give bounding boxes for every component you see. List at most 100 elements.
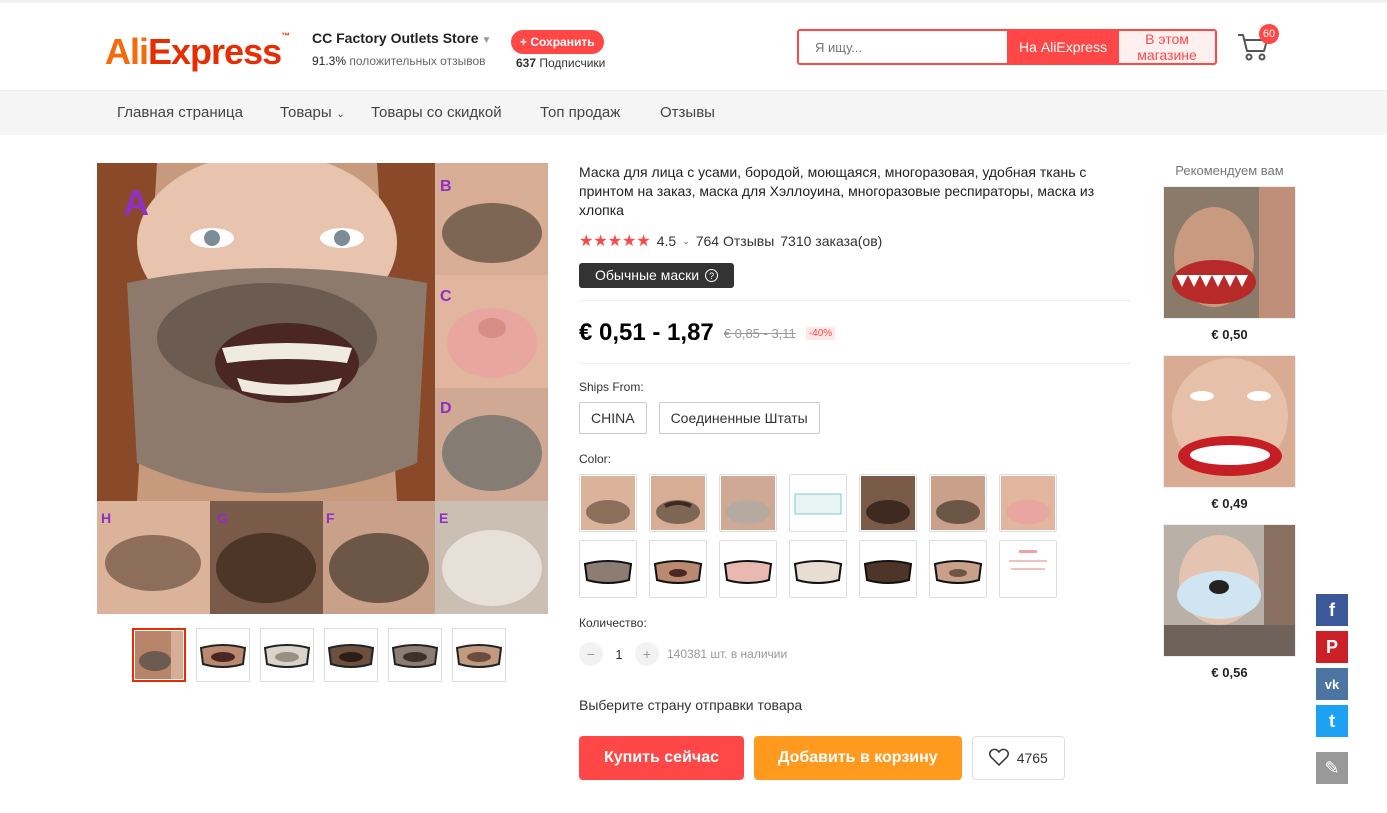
add-to-cart-button[interactable]: Добавить в корзину <box>754 736 962 780</box>
heart-icon <box>988 748 1009 769</box>
edit-icon[interactable]: ✎ <box>1316 752 1348 784</box>
search-input[interactable] <box>799 31 1007 63</box>
ship-option-us[interactable]: Соединенные Штаты <box>658 402 820 434</box>
wishlist-button[interactable]: 4765 <box>971 736 1065 780</box>
color-swatch[interactable] <box>719 474 777 532</box>
store-info: CC Factory Outlets Store ▼ 91.3% положите… <box>312 30 491 68</box>
recommended-product-image[interactable] <box>1163 524 1296 657</box>
aliexpress-logo[interactable]: AliExpress™ <box>105 31 290 73</box>
orders-count: 7310 заказа(ов) <box>780 233 883 249</box>
price: € 0,51 - 1,87 <box>579 319 714 346</box>
svg-text:G: G <box>217 510 228 526</box>
vk-icon[interactable]: vk <box>1316 668 1348 700</box>
color-swatch[interactable] <box>859 474 917 532</box>
rating-row: ★★★★★ 4.5 ⌄ 764 Отзывы 7310 заказа(ов) <box>579 231 1131 251</box>
twitter-icon[interactable]: t <box>1316 705 1348 737</box>
recommended-price: € 0,49 <box>1211 496 1248 511</box>
product-title: Маска для лица с усами, бородой, моющаяс… <box>579 164 1095 218</box>
color-swatch[interactable] <box>649 540 707 598</box>
color-swatch[interactable] <box>999 474 1057 532</box>
quantity-decrease-button[interactable]: − <box>579 642 603 666</box>
wishlist-count: 4765 <box>1016 750 1048 766</box>
recommended-product[interactable]: € 0,49 <box>1163 355 1296 511</box>
cart-count-badge: 60 <box>1259 24 1279 44</box>
quantity-value[interactable]: 1 <box>603 647 635 662</box>
svg-text:D: D <box>440 400 452 417</box>
divider <box>579 300 1131 301</box>
svg-text:H: H <box>101 510 111 526</box>
label-a: A <box>123 182 149 223</box>
svg-text:F: F <box>326 510 335 526</box>
followers-count: 637 Подписчики <box>516 56 606 70</box>
category-chip[interactable]: Обычные маски? <box>579 263 735 288</box>
chevron-down-icon: ⌄ <box>682 235 690 246</box>
color-swatches-row-1 <box>579 474 1131 532</box>
follow-store-button[interactable]: + Сохранить <box>511 30 604 54</box>
svg-text:B: B <box>440 178 452 195</box>
store-rating: 91.3% положительных отзывов <box>312 54 486 68</box>
color-swatch[interactable] <box>719 540 777 598</box>
color-swatches-row-2 <box>579 540 1131 598</box>
thumbnail[interactable] <box>388 628 442 682</box>
nav-sale[interactable]: Товары со скидкой <box>371 104 502 121</box>
color-swatch[interactable] <box>929 474 987 532</box>
pinterest-icon[interactable]: P <box>1316 631 1348 663</box>
recommendations-title: Рекомендуем вам <box>1175 163 1284 178</box>
rating-value[interactable]: 4.5 <box>657 233 676 249</box>
color-swatch[interactable] <box>929 540 987 598</box>
divider <box>579 363 1131 364</box>
recommendations: Рекомендуем вам € 0,50 € 0,49 € 0,56 <box>1163 163 1296 693</box>
ship-option-china[interactable]: CHINA <box>579 402 647 434</box>
color-swatch[interactable] <box>579 474 637 532</box>
shipping-country-note: Выберите страну отправки товара <box>579 697 803 713</box>
discount-badge: -40% <box>805 326 836 340</box>
facebook-icon[interactable]: f <box>1316 594 1348 626</box>
chevron-down-icon: ▼ <box>481 35 492 46</box>
thumbnail[interactable] <box>324 628 378 682</box>
header: AliExpress™ CC Factory Outlets Store ▼ 91… <box>0 3 1387 91</box>
recommended-product[interactable]: € 0,56 <box>1163 524 1296 680</box>
ships-from-label: Ships From: <box>579 380 644 394</box>
thumbnail[interactable] <box>132 628 186 682</box>
rating-stars-icon: ★★★★★ <box>579 233 651 250</box>
thumbnail[interactable] <box>452 628 506 682</box>
product-main-image[interactable]: A B C D H G F E <box>97 163 548 614</box>
quantity-increase-button[interactable]: + <box>635 642 659 666</box>
action-buttons: Купить сейчас Добавить в корзину 4765 <box>579 736 1131 780</box>
thumbnail[interactable] <box>196 628 250 682</box>
color-swatch[interactable] <box>789 474 847 532</box>
recommended-price: € 0,56 <box>1211 665 1248 680</box>
nav-top-selling[interactable]: Топ продаж <box>540 104 620 121</box>
svg-text:E: E <box>439 510 448 526</box>
store-name[interactable]: CC Factory Outlets Store ▼ <box>312 30 491 46</box>
color-swatch[interactable] <box>649 474 707 532</box>
nav-home[interactable]: Главная страница <box>117 104 243 121</box>
thumbnail[interactable] <box>260 628 314 682</box>
nav-reviews[interactable]: Отзывы <box>660 104 715 121</box>
product-info: Маска для лица с усами, бородой, моющаяс… <box>579 163 1131 780</box>
thumbnail-strip <box>132 628 506 682</box>
recommended-price: € 0,50 <box>1211 327 1248 342</box>
nav-products[interactable]: Товары ⌄ <box>280 104 345 121</box>
recommended-product[interactable]: € 0,50 <box>1163 186 1296 342</box>
ships-from-options: CHINA Соединенные Штаты <box>579 402 1131 434</box>
recommended-product-image[interactable] <box>1163 186 1296 319</box>
chevron-down-icon: ⌄ <box>333 109 345 120</box>
color-swatch[interactable] <box>859 540 917 598</box>
color-swatch[interactable] <box>789 540 847 598</box>
price-row: € 0,51 - 1,87 € 0,85 - 3,11 -40% <box>579 319 1131 347</box>
color-swatch[interactable] <box>579 540 637 598</box>
old-price: € 0,85 - 3,11 <box>723 325 796 341</box>
svg-text:C: C <box>440 288 452 305</box>
quantity-stepper: − 1 + 140381 шт. в наличии <box>579 642 1131 666</box>
reviews-link[interactable]: 764 Отзывы <box>696 233 775 249</box>
quantity-label: Количество: <box>579 616 647 630</box>
recommended-product-image[interactable] <box>1163 355 1296 488</box>
search-bar: На AliExpress В этом магазине <box>797 29 1217 65</box>
search-store-button[interactable]: В этом магазине <box>1119 31 1215 63</box>
search-aliexpress-button[interactable]: На AliExpress <box>1007 31 1119 63</box>
buy-now-button[interactable]: Купить сейчас <box>579 736 744 780</box>
stock-count: 140381 шт. в наличии <box>667 647 788 661</box>
color-swatch[interactable] <box>999 540 1057 598</box>
help-icon: ? <box>705 269 719 282</box>
